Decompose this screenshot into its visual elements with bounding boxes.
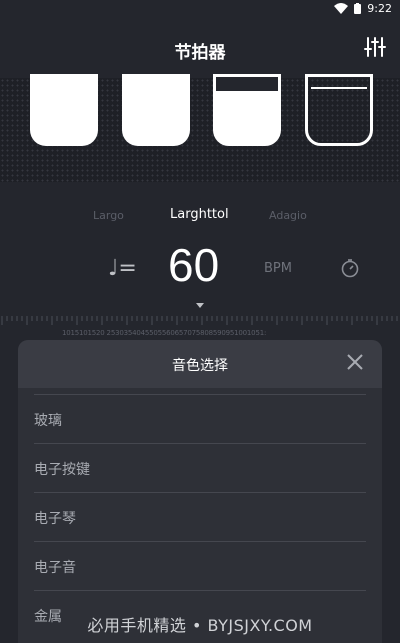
equalizer-settings-icon[interactable] [364, 36, 386, 58]
sound-option-label: 电子音 [34, 560, 76, 576]
ruler-labels: 1015101520 25303540455055606570758085909… [62, 329, 267, 337]
status-bar: 9:22 [0, 0, 400, 16]
sound-select-modal: 音色选择 玻璃 电子按键 电子琴 电子音 金属 [18, 340, 382, 643]
bpm-ruler[interactable]: 1015101520 25303540455055606570758085909… [0, 312, 400, 342]
bpm-unit-label: BPM [264, 261, 292, 276]
modal-header: 音色选择 [18, 340, 382, 388]
close-icon[interactable] [346, 353, 364, 371]
wifi-icon [334, 3, 349, 14]
page-title: 节拍器 [174, 43, 226, 63]
ruler-ticks [1, 316, 398, 325]
sound-option[interactable]: 电子按键 [34, 443, 366, 492]
sound-option-label: 玻璃 [34, 413, 62, 429]
sound-option-label: 电子琴 [34, 511, 76, 527]
timer-icon[interactable] [340, 258, 360, 278]
beat-indicator-1[interactable] [30, 74, 98, 146]
beat-indicator-area [0, 74, 400, 182]
tempo-name-selector[interactable]: Largo Larghttol Adagio [0, 207, 400, 225]
sound-option-list: 玻璃 电子按键 电子琴 电子音 金属 [18, 394, 382, 639]
beat-indicator-3[interactable] [213, 74, 281, 146]
tempo-name-larghttol[interactable]: Larghttol [170, 207, 229, 222]
app-header: 节拍器 [0, 16, 400, 78]
beat-indicator-2[interactable] [122, 74, 190, 146]
tempo-name-adagio[interactable]: Adagio [269, 209, 307, 222]
sound-option[interactable]: 电子琴 [34, 492, 366, 541]
bpm-value[interactable]: 60 [168, 238, 219, 292]
sound-option[interactable]: 电子音 [34, 541, 366, 590]
quarter-note-icon: ♩= [108, 256, 137, 281]
beat-indicator-4[interactable] [305, 74, 373, 146]
ruler-pointer-icon [196, 303, 204, 308]
tempo-name-largo[interactable]: Largo [93, 209, 124, 222]
battery-icon [354, 3, 362, 14]
watermark-text: 必用手机精选 • BYJSJXY.COM [87, 616, 313, 635]
sound-option[interactable]: 玻璃 [34, 394, 366, 443]
status-time: 9:22 [367, 2, 392, 15]
sound-option-label: 电子按键 [34, 462, 90, 478]
modal-title: 音色选择 [172, 358, 228, 374]
